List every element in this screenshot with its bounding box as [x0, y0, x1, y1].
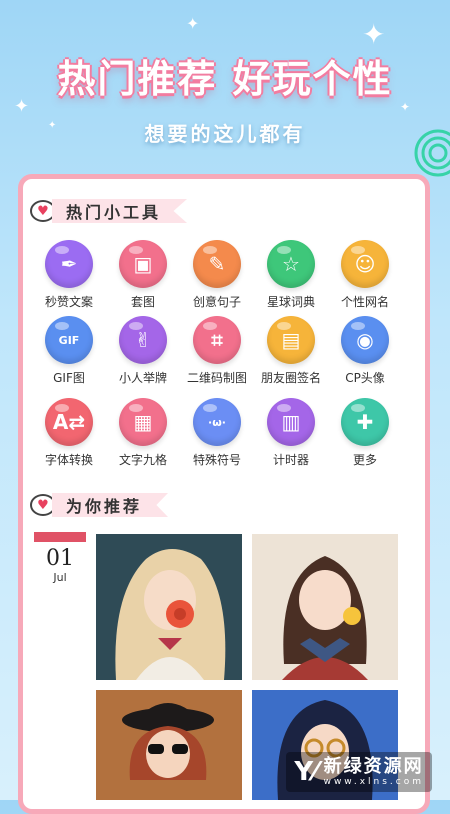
dictionary-icon-glyph: ☆ — [282, 252, 300, 276]
feather-icon: ✒ — [45, 240, 93, 288]
sparkle-icon: ✦ — [362, 18, 386, 51]
tool-qr-scan[interactable]: ⌗ 二维码制图 — [178, 316, 256, 386]
more-icon: ✚ — [341, 398, 389, 446]
user-card-icon-glyph: ☺ — [354, 252, 376, 276]
tool-figure-sign[interactable]: ✌ 小人举牌 — [104, 316, 182, 386]
watermark-url: www.xlns.com — [323, 777, 424, 787]
symbol-icon-glyph: ·ω· — [208, 415, 226, 429]
banner-subline: 想要的这儿都有 — [144, 122, 306, 146]
tool-folder[interactable]: ▤ 朋友圈签名 — [252, 316, 330, 386]
qr-scan-icon: ⌗ — [193, 316, 241, 364]
tool-label: 特殊符号 — [192, 453, 241, 467]
tool-label: 星球词典 — [266, 295, 315, 309]
recommend-image[interactable] — [96, 690, 242, 800]
image-icon-glyph: ▣ — [133, 252, 153, 276]
sparkle-icon: ✦ — [186, 14, 200, 33]
note-icon-glyph: ✎ — [208, 252, 226, 276]
couple-avatar-icon-glyph: ◉ — [356, 328, 374, 352]
rings-decoration-icon — [414, 129, 450, 177]
figure-sign-icon: ✌ — [119, 316, 167, 364]
tool-user-card[interactable]: ☺ 个性网名 — [326, 240, 404, 310]
watermark-text: 新绿资源网 www.xlns.com — [323, 756, 424, 788]
font-convert-icon-glyph: A⇄ — [52, 410, 86, 434]
tool-label: CP头像 — [345, 371, 385, 385]
tool-symbol[interactable]: ·ω· 特殊符号 — [178, 398, 256, 468]
note-icon: ✎ — [193, 240, 241, 288]
tool-gif[interactable]: GIF GIF图 — [30, 316, 108, 386]
date-day: 01 — [46, 546, 74, 571]
calendar-icon: ▥ — [267, 398, 315, 446]
tool-label: 秒赞文案 — [44, 295, 93, 309]
tool-label: GIF图 — [53, 371, 85, 385]
more-icon-glyph: ✚ — [356, 410, 374, 434]
tool-image[interactable]: ▣ 套图 — [104, 240, 182, 310]
watermark-logo-icon: Y⁄ — [294, 757, 318, 787]
banner-headline: 热门推荐 好玩个性 — [57, 57, 393, 101]
tool-couple-avatar[interactable]: ◉ CP头像 — [326, 316, 404, 386]
gif-icon: GIF — [45, 316, 93, 364]
tool-label: 计时器 — [272, 453, 309, 467]
image-icon: ▣ — [119, 240, 167, 288]
recommend-image[interactable] — [96, 534, 242, 680]
user-card-icon: ☺ — [341, 240, 389, 288]
qr-scan-icon-glyph: ⌗ — [211, 328, 223, 352]
tool-label: 小人举牌 — [118, 371, 167, 385]
folder-icon-glyph: ▤ — [281, 328, 301, 352]
date-tag: 01 Jul — [34, 532, 86, 592]
recommend-image[interactable] — [252, 534, 398, 680]
figure-sign-icon-glyph: ✌ — [134, 328, 152, 352]
tool-label: 套图 — [130, 295, 155, 309]
tool-font-convert[interactable]: A⇄ 字体转换 — [30, 398, 108, 468]
tool-feather[interactable]: ✒ 秒赞文案 — [30, 240, 108, 310]
tool-dictionary[interactable]: ☆ 星球词典 — [252, 240, 330, 310]
calendar-icon-glyph: ▥ — [281, 410, 301, 434]
watermark: Y⁄ 新绿资源网 www.xlns.com — [286, 752, 432, 792]
section-tools-title: 热门小工具 — [52, 199, 188, 223]
dictionary-icon: ☆ — [267, 240, 315, 288]
grid-icon-glyph: ▦ — [133, 410, 153, 434]
couple-avatar-icon: ◉ — [341, 316, 389, 364]
tool-more[interactable]: ✚ 更多 — [326, 398, 404, 468]
tool-label: 更多 — [352, 453, 377, 467]
tool-label: 字体转换 — [44, 453, 93, 467]
gif-icon-glyph: GIF — [58, 333, 80, 347]
grid-icon: ▦ — [119, 398, 167, 446]
tool-note[interactable]: ✎ 创意句子 — [178, 240, 256, 310]
tool-label: 个性网名 — [340, 295, 389, 309]
symbol-icon: ·ω· — [193, 398, 241, 446]
section-tools-header: ♥ 热门小工具 — [30, 196, 188, 226]
tool-label: 创意句子 — [192, 295, 241, 309]
feather-icon-glyph: ✒ — [60, 252, 78, 276]
section-recommend-title: 为你推荐 — [52, 493, 169, 517]
font-convert-icon: A⇄ — [45, 398, 93, 446]
section-recommend-header: ♥ 为你推荐 — [30, 490, 169, 520]
tool-grid[interactable]: ▦ 文字九格 — [104, 398, 182, 468]
folder-icon: ▤ — [267, 316, 315, 364]
date-tag-bar — [34, 532, 86, 542]
tool-label: 二维码制图 — [186, 371, 247, 385]
tool-label: 文字九格 — [118, 453, 167, 467]
date-month: Jul — [53, 571, 67, 584]
watermark-name: 新绿资源网 — [323, 756, 424, 777]
tool-calendar[interactable]: ▥ 计时器 — [252, 398, 330, 468]
tool-label: 朋友圈签名 — [260, 371, 321, 385]
